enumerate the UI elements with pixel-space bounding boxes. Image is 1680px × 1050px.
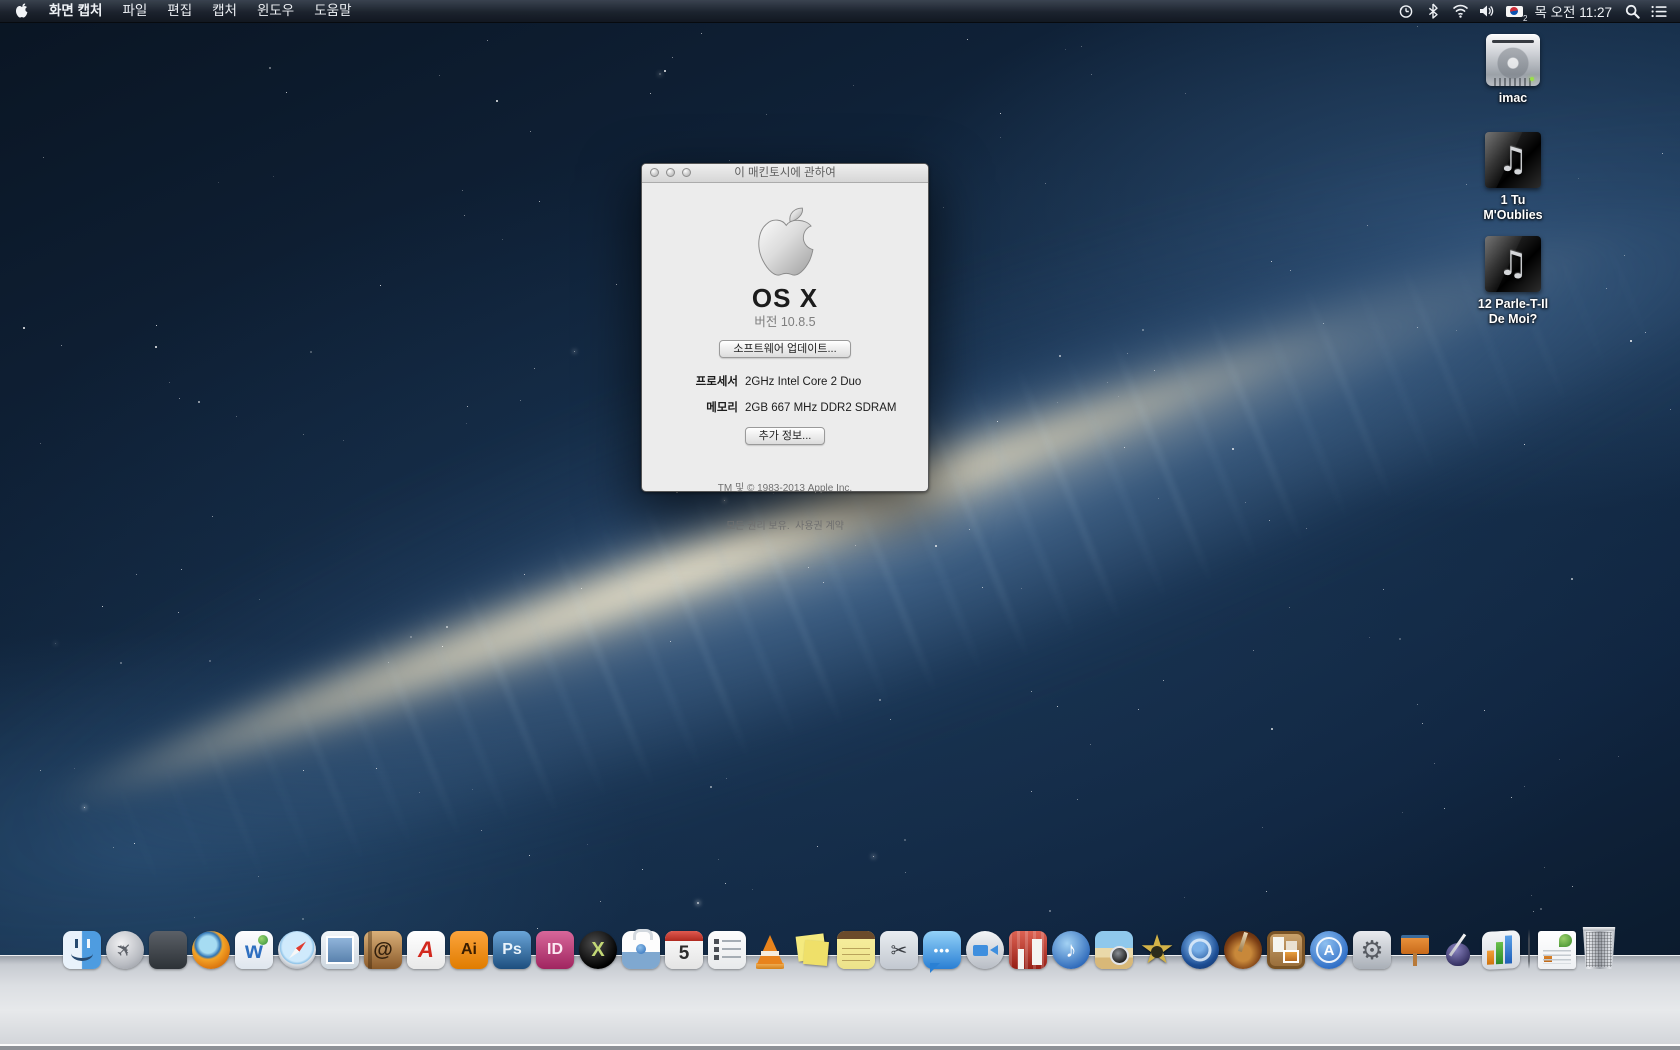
dock-item-keynote[interactable] xyxy=(1396,931,1434,969)
dock: ✈ w @ A Ai Ps ID X xyxy=(0,946,1680,1050)
spec-list: 프로세서 2GHz Intel Core 2 Duo 메모리 2GB 667 M… xyxy=(642,375,928,415)
dock-item-idvd[interactable] xyxy=(1181,931,1219,969)
dock-item-vlc[interactable] xyxy=(751,931,789,969)
copyright-line1: TM 및 © 1983-2013 Apple Inc. xyxy=(642,483,928,496)
dock-item-photoshop[interactable]: Ps xyxy=(493,931,531,969)
desktop-icon-label: 12 Parle-T-Il De Moi? xyxy=(1458,297,1568,327)
desktop-disk-imac[interactable]: imac xyxy=(1458,28,1568,106)
spec-row: 프로세서 2GHz Intel Core 2 Duo xyxy=(642,375,928,389)
desktop-audio-file-12[interactable]: 12 Parle-T-Il De Moi? xyxy=(1458,234,1568,327)
dock-item-iphoto[interactable] xyxy=(1095,931,1133,969)
spotlight-icon[interactable] xyxy=(1623,2,1641,20)
dock-item-safari[interactable] xyxy=(278,931,316,969)
dock-item-contacts[interactable]: @ xyxy=(364,931,402,969)
bluetooth-icon[interactable] xyxy=(1424,2,1442,20)
desktop-icon-label: 1 Tu M'Oublies xyxy=(1458,193,1568,223)
dock-item-finder[interactable] xyxy=(63,931,101,969)
dock-item-notes-memo[interactable] xyxy=(837,931,875,969)
dock-item-messages[interactable]: ••• xyxy=(923,931,961,969)
taegeuk-flag xyxy=(1506,6,1523,17)
dock-item-numbers[interactable] xyxy=(1482,930,1520,970)
zoom-button[interactable] xyxy=(682,168,691,177)
dock-item-mission-control[interactable] xyxy=(149,931,187,969)
menu-window[interactable]: 윈도우 xyxy=(247,0,304,22)
dock-item-system-preferences[interactable]: ⚙ xyxy=(1353,931,1391,969)
os-name: OS X xyxy=(642,285,928,312)
minimize-button[interactable] xyxy=(666,168,675,177)
menu-bar: 화면 캡처파일편집캡처윈도우도움말 xyxy=(0,0,1680,23)
copyright: TM 및 © 1983-2013 Apple Inc. 모든 권리 보유. 사용… xyxy=(642,458,928,558)
dock-item-grab-screen-capture[interactable]: ✂ xyxy=(880,931,918,969)
dock-item-stickies[interactable] xyxy=(794,931,832,969)
dock-item-calendar[interactable]: 5 xyxy=(665,931,703,969)
apple-menu[interactable] xyxy=(0,3,39,19)
menu-bar-status: 2 목 오전 11:27 xyxy=(1397,1,1680,21)
dock-item-w-globe-app[interactable]: w xyxy=(235,931,273,969)
dock-item-facetime[interactable] xyxy=(966,931,1004,969)
dock-item-garageband[interactable] xyxy=(1224,931,1262,969)
dock-divider xyxy=(1528,929,1530,969)
window-body: OS X 버전 10.8.5 소프트웨어 업데이트... 프로세서 2GHz I… xyxy=(642,206,928,558)
window-titlebar[interactable]: 이 매킨토시에 관하여 xyxy=(642,164,928,183)
dock-item-imovie[interactable]: ★ xyxy=(1138,931,1176,969)
desktop-icon-art xyxy=(1458,234,1568,292)
apple-icon xyxy=(15,3,28,19)
menu-help[interactable]: 도움말 xyxy=(304,0,361,22)
notification-center-icon[interactable] xyxy=(1650,2,1668,20)
dock-item-reminders[interactable] xyxy=(708,931,746,969)
app-menus: 화면 캡처파일편집캡처윈도우도움말 xyxy=(39,0,362,22)
menu-bar-clock[interactable]: 목 오전 11:27 xyxy=(1532,1,1614,21)
spec-row: 메모리 2GB 667 MHz DDR2 SDRAM xyxy=(642,401,928,415)
volume-icon[interactable] xyxy=(1478,2,1496,20)
dock-items: ✈ w @ A Ai Ps ID X xyxy=(63,927,1617,969)
dock-item-blue-case-app[interactable] xyxy=(622,931,660,969)
time-machine-icon[interactable] xyxy=(1397,2,1415,20)
os-version: 버전 10.8.5 xyxy=(642,315,928,329)
dock-item-firefox[interactable] xyxy=(192,931,230,969)
dock-item-illustrator[interactable]: Ai xyxy=(450,931,488,969)
menu-capture[interactable]: 캡처 xyxy=(202,0,247,22)
desktop-icon-label: imac xyxy=(1458,91,1568,106)
desktop-icon-art xyxy=(1458,130,1568,188)
dock-shelf xyxy=(0,955,1680,1050)
desktop-audio-file-1[interactable]: 1 Tu M'Oublies xyxy=(1458,130,1568,223)
more-info-button[interactable]: 추가 정보... xyxy=(745,427,826,445)
dock-item-mail[interactable] xyxy=(321,931,359,969)
menu-file[interactable]: 파일 xyxy=(112,0,157,22)
dock-item-itunes[interactable]: ♪ xyxy=(1052,931,1090,969)
dock-item-black-x-app[interactable]: X xyxy=(579,931,617,969)
dock-item-adobe-reader[interactable]: A xyxy=(407,931,445,969)
close-button[interactable] xyxy=(650,168,659,177)
wifi-icon[interactable] xyxy=(1451,2,1469,20)
input-source-badge: 2 xyxy=(1523,14,1527,23)
korean-input-flag-icon[interactable]: 2 xyxy=(1505,2,1523,20)
dock-item-trash[interactable] xyxy=(1581,927,1617,969)
dock-item-app-store[interactable]: A xyxy=(1310,931,1348,969)
dock-item-pages[interactable] xyxy=(1439,931,1477,969)
desktop-icon-art xyxy=(1458,28,1568,86)
copyright-line2: 모든 권리 보유. 사용권 계약 xyxy=(642,521,928,534)
dock-item-launchpad[interactable]: ✈ xyxy=(106,931,144,969)
dock-item-document-stack[interactable] xyxy=(1538,931,1576,969)
menu-screen-capture[interactable]: 화면 캡처 xyxy=(39,0,112,22)
dock-item-indesign[interactable]: ID xyxy=(536,931,574,969)
about-this-mac-window: 이 매킨토시에 관하여 OS X 버전 10.8.5 소프트웨어 업데이트...… xyxy=(641,163,929,492)
menu-edit[interactable]: 편집 xyxy=(157,0,202,22)
dock-item-photo-booth[interactable] xyxy=(1009,931,1047,969)
software-update-button[interactable]: 소프트웨어 업데이트... xyxy=(719,340,850,358)
apple-logo xyxy=(754,206,816,282)
dock-item-corkboard-app[interactable] xyxy=(1267,931,1305,969)
